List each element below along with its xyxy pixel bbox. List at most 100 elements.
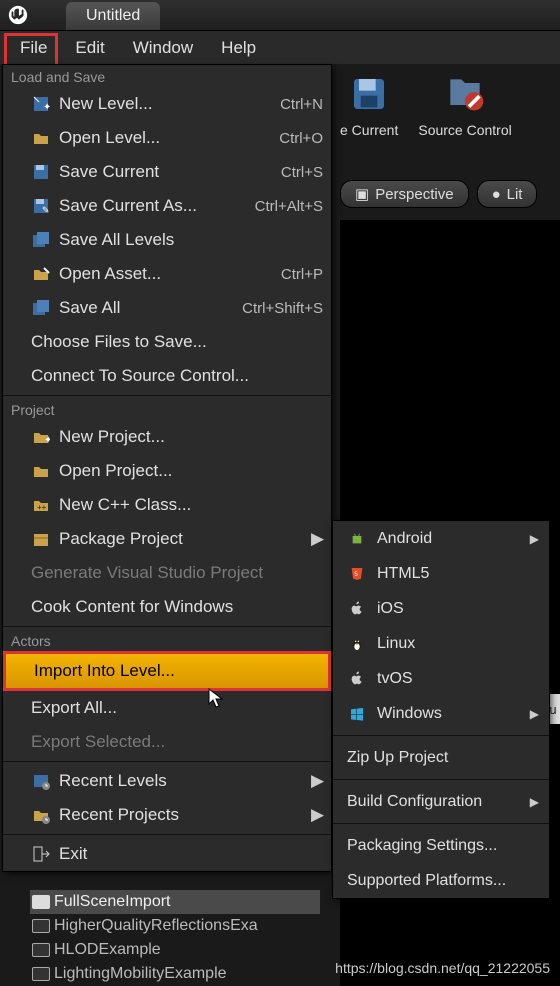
menu-divider	[3, 395, 331, 396]
submenu-divider	[333, 823, 549, 824]
source-control-label: Source Control	[418, 122, 511, 138]
submenu-arrow-icon: ▶	[311, 805, 323, 825]
main-menubar: File Edit Window Help	[0, 30, 560, 64]
folder-fullsceneimport[interactable]: FullSceneImport	[30, 890, 320, 914]
packaging-settings-item[interactable]: Packaging Settings...	[333, 828, 549, 863]
new-project-item[interactable]: ✦ New Project...	[3, 420, 331, 454]
new-level-label: New Level...	[59, 94, 280, 114]
new-project-icon: ✦	[31, 427, 51, 447]
recent-projects-icon	[31, 805, 51, 825]
cook-content-item[interactable]: Cook Content for Windows	[3, 590, 331, 624]
submenu-arrow-icon: ▶	[530, 532, 539, 546]
submenu-arrow-icon: ▶	[530, 795, 539, 809]
tvos-label: tvOS	[377, 670, 413, 688]
windows-icon	[347, 704, 367, 724]
open-asset-icon	[31, 264, 51, 284]
sphere-icon: ●	[492, 186, 501, 203]
export-selected-label: Export Selected...	[31, 732, 323, 752]
lit-label: Lit	[507, 186, 523, 203]
folder-hlodexample[interactable]: HLODExample	[30, 938, 320, 962]
cpp-icon: ++	[31, 495, 51, 515]
save-all-levels-item[interactable]: Save All Levels	[3, 223, 331, 257]
save-all-item[interactable]: Save All Ctrl+Shift+S	[3, 291, 331, 325]
lit-button[interactable]: ● Lit	[477, 180, 538, 208]
perspective-label: Perspective	[375, 186, 453, 203]
folder-lightingmobility[interactable]: LightingMobilityExample	[30, 962, 320, 986]
choose-files-item[interactable]: Choose Files to Save...	[3, 325, 331, 359]
import-into-level-item[interactable]: Import Into Level...	[6, 654, 328, 688]
recent-projects-item[interactable]: Recent Projects ▶	[3, 798, 331, 832]
build-configuration-item[interactable]: Build Configuration ▶	[333, 784, 549, 819]
menu-file[interactable]: File	[6, 32, 61, 64]
menu-help[interactable]: Help	[207, 32, 270, 64]
camera-icon: ▣	[355, 185, 369, 203]
package-project-submenu: Android ▶ 5 HTML5 iOS Linux tvOS Windows…	[332, 520, 550, 899]
platform-linux-item[interactable]: Linux	[333, 626, 549, 661]
supported-platforms-item[interactable]: Supported Platforms...	[333, 863, 549, 898]
zip-project-item[interactable]: Zip Up Project	[333, 740, 549, 775]
open-level-label: Open Level...	[59, 128, 279, 148]
generate-vs-label: Generate Visual Studio Project	[31, 563, 323, 583]
open-level-item[interactable]: Open Level... Ctrl+O	[3, 121, 331, 155]
bg-toolbar: e Current Source Control	[340, 70, 512, 138]
zip-label: Zip Up Project	[347, 749, 448, 767]
unreal-logo-icon	[0, 0, 36, 30]
open-project-icon	[31, 461, 51, 481]
menu-window[interactable]: Window	[119, 32, 207, 64]
save-all-icon	[31, 298, 51, 318]
import-into-level-highlight-annotation: Import Into Level...	[3, 651, 331, 691]
platform-android-item[interactable]: Android ▶	[333, 521, 549, 556]
ios-label: iOS	[377, 600, 404, 618]
section-actors: Actors	[3, 629, 331, 651]
folder-label: FullSceneImport	[54, 893, 171, 911]
save-as-icon: ✎	[31, 196, 51, 216]
save-current-label2: Save Current	[59, 162, 281, 182]
recent-levels-item[interactable]: Recent Levels ▶	[3, 764, 331, 798]
export-all-item[interactable]: Export All...	[3, 691, 331, 725]
source-control-toolbar-button[interactable]: Source Control	[418, 70, 511, 138]
save-current-as-item[interactable]: ✎ Save Current As... Ctrl+Alt+S	[3, 189, 331, 223]
menu-edit[interactable]: Edit	[61, 32, 118, 64]
android-label: Android	[377, 530, 432, 548]
platform-windows-item[interactable]: Windows ▶	[333, 696, 549, 731]
section-load-save: Load and Save	[3, 65, 331, 87]
exit-item[interactable]: Exit	[3, 837, 331, 871]
recent-levels-icon	[31, 771, 51, 791]
html5-icon: 5	[347, 564, 367, 584]
linux-label: Linux	[377, 635, 415, 653]
new-level-item[interactable]: ✦ New Level... Ctrl+N	[3, 87, 331, 121]
apple-icon	[347, 669, 367, 689]
save-current-item[interactable]: Save Current Ctrl+S	[3, 155, 331, 189]
platform-ios-item[interactable]: iOS	[333, 591, 549, 626]
platform-html5-item[interactable]: 5 HTML5	[333, 556, 549, 591]
viewport-toolbar: ▣ Perspective ● Lit	[340, 180, 537, 208]
perspective-button[interactable]: ▣ Perspective	[340, 180, 469, 208]
cook-content-label: Cook Content for Windows	[31, 597, 323, 617]
save-all-shortcut: Ctrl+Shift+S	[242, 300, 323, 317]
package-project-item[interactable]: Package Project ▶	[3, 522, 331, 556]
package-icon	[31, 529, 51, 549]
open-asset-item[interactable]: Open Asset... Ctrl+P	[3, 257, 331, 291]
connect-source-control-item[interactable]: Connect To Source Control...	[3, 359, 331, 393]
menu-divider	[3, 761, 331, 762]
new-project-label: New Project...	[59, 427, 323, 447]
save-all-levels-icon	[31, 230, 51, 250]
folder-icon	[32, 919, 50, 933]
submenu-arrow-icon: ▶	[311, 771, 323, 791]
file-menu-dropdown: Load and Save ✦ New Level... Ctrl+N Open…	[2, 64, 332, 872]
folder-higherqualityreflections[interactable]: HigherQualityReflectionsExa	[30, 914, 320, 938]
new-level-shortcut: Ctrl+N	[280, 96, 323, 113]
recent-levels-label: Recent Levels	[59, 771, 311, 791]
platform-tvos-item[interactable]: tvOS	[333, 661, 549, 696]
document-tab[interactable]: Untitled	[66, 2, 160, 30]
save-current-as-shortcut: Ctrl+Alt+S	[255, 198, 323, 215]
open-level-icon	[31, 128, 51, 148]
recent-projects-label: Recent Projects	[59, 805, 311, 825]
submenu-arrow-icon: ▶	[311, 529, 323, 549]
open-project-item[interactable]: Open Project...	[3, 454, 331, 488]
save-current-toolbar-button[interactable]: e Current	[340, 70, 398, 138]
new-cpp-class-item[interactable]: ++ New C++ Class...	[3, 488, 331, 522]
generate-vs-item: Generate Visual Studio Project	[3, 556, 331, 590]
svg-text:✎: ✎	[42, 205, 50, 215]
source-control-icon	[441, 70, 489, 118]
